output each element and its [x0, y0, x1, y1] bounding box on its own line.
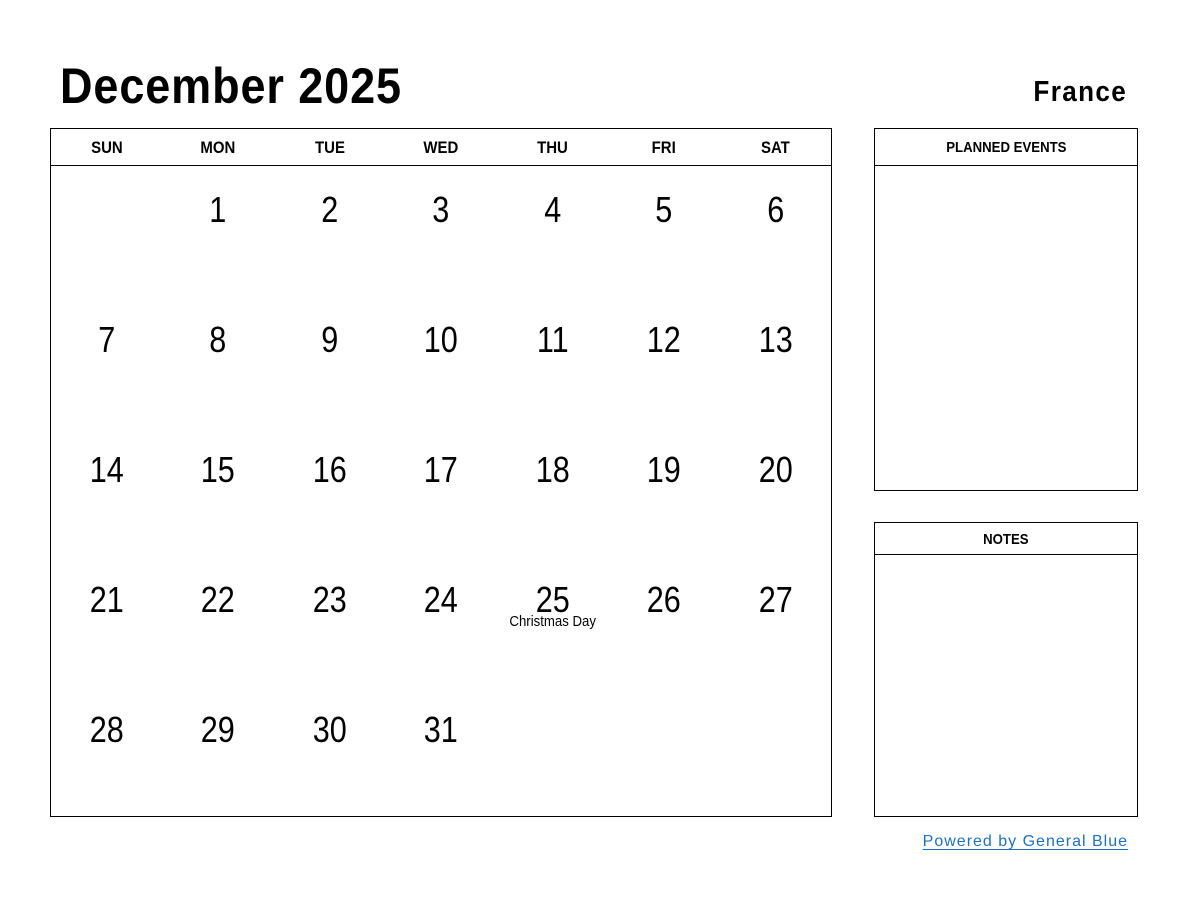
- day-cell: 3: [385, 166, 496, 296]
- holiday-label: Christmas Day: [509, 613, 596, 630]
- day-cell: 13: [720, 296, 831, 426]
- day-cell: 18: [497, 426, 608, 556]
- day-number: 1: [209, 189, 227, 230]
- weekday-tue: TUE: [274, 129, 385, 165]
- day-cell: 11: [497, 296, 608, 426]
- weekday-label: SAT: [760, 138, 790, 157]
- weekday-label: THU: [537, 138, 568, 157]
- weekday-wed: WED: [385, 129, 496, 165]
- page-title: December 2025: [60, 58, 402, 114]
- day-number: [59, 166, 154, 190]
- day-cell: 1: [162, 166, 273, 296]
- day-number: 16: [312, 449, 347, 490]
- calendar-grid: SUN MON TUE WED THU FRI SAT 1 2 3 4 5 6 7 8 9 10 1…: [50, 128, 832, 817]
- notes-title: NOTES: [983, 531, 1029, 548]
- weekday-label: WED: [423, 138, 459, 157]
- day-cell: [608, 686, 719, 816]
- day-cell: 12: [608, 296, 719, 426]
- day-cell: 10: [385, 296, 496, 426]
- day-number: 25: [535, 579, 570, 620]
- day-number: 31: [423, 709, 459, 750]
- day-cell: 24: [385, 556, 496, 686]
- day-number: 6: [766, 189, 784, 230]
- notes-header: NOTES: [875, 523, 1137, 555]
- day-number: 29: [201, 709, 236, 750]
- day-cell: 30: [274, 686, 385, 816]
- day-cell: 31: [385, 686, 496, 816]
- country-label: France: [1033, 76, 1127, 108]
- day-number: 20: [758, 449, 793, 490]
- day-cell: 22: [162, 556, 273, 686]
- day-cell: 26: [608, 556, 719, 686]
- day-number: 17: [423, 449, 459, 490]
- day-cell: 29: [162, 686, 273, 816]
- day-number: 2: [321, 189, 339, 230]
- weekday-fri: FRI: [608, 129, 719, 165]
- day-number: 4: [543, 189, 561, 230]
- day-number: 3: [432, 189, 450, 230]
- day-number: [505, 686, 600, 710]
- day-number: [616, 686, 711, 710]
- weekday-header: SUN MON TUE WED THU FRI SAT: [51, 129, 831, 166]
- day-cell: [51, 166, 162, 296]
- day-cell: 23: [274, 556, 385, 686]
- day-cell: 8: [162, 296, 273, 426]
- day-cell: 25 Christmas Day: [497, 556, 608, 686]
- day-number: 28: [89, 709, 124, 750]
- weekday-sun: SUN: [51, 129, 162, 165]
- day-number: 9: [321, 319, 339, 360]
- weekday-sat: SAT: [720, 129, 831, 165]
- day-cell: 27: [720, 556, 831, 686]
- day-number: 24: [423, 579, 459, 620]
- day-number: 21: [89, 579, 124, 620]
- day-cell: 17: [385, 426, 496, 556]
- day-number: 5: [655, 189, 673, 230]
- day-cell: 16: [274, 426, 385, 556]
- day-cell: 4: [497, 166, 608, 296]
- day-cell: 21: [51, 556, 162, 686]
- day-cell: 14: [51, 426, 162, 556]
- day-cell: 28: [51, 686, 162, 816]
- weekday-thu: THU: [497, 129, 608, 165]
- weekday-label: SUN: [90, 138, 123, 157]
- day-cell: 19: [608, 426, 719, 556]
- day-number: 10: [423, 319, 459, 360]
- day-number: 23: [312, 579, 347, 620]
- day-number: 22: [201, 579, 236, 620]
- day-cell: [720, 686, 831, 816]
- day-cell: 2: [274, 166, 385, 296]
- day-number: 11: [536, 319, 569, 360]
- planned-events-panel: PLANNED EVENTS: [874, 128, 1138, 491]
- day-grid: 1 2 3 4 5 6 7 8 9 10 11 12 13 14 15 16 17 18 19 20 21 22 23 24 2…: [51, 166, 831, 816]
- day-number: 27: [758, 579, 793, 620]
- day-cell: [497, 686, 608, 816]
- weekday-mon: MON: [162, 129, 273, 165]
- day-number: 7: [98, 319, 116, 360]
- day-cell: 20: [720, 426, 831, 556]
- weekday-label: MON: [200, 138, 236, 157]
- day-number: 30: [312, 709, 347, 750]
- notes-panel: NOTES: [874, 522, 1138, 817]
- weekday-label: FRI: [651, 138, 676, 157]
- day-cell: 15: [162, 426, 273, 556]
- planned-events-title: PLANNED EVENTS: [945, 139, 1067, 156]
- day-number: 12: [646, 319, 681, 360]
- weekday-label: TUE: [314, 138, 345, 157]
- day-number: [728, 686, 823, 710]
- day-number: 18: [535, 449, 570, 490]
- day-cell: 9: [274, 296, 385, 426]
- day-cell: 6: [720, 166, 831, 296]
- day-number: 14: [89, 449, 124, 490]
- day-number: 8: [209, 319, 227, 360]
- day-number: 15: [201, 449, 236, 490]
- planned-events-header: PLANNED EVENTS: [875, 129, 1137, 166]
- powered-by-link[interactable]: Powered by General Blue: [923, 832, 1128, 852]
- day-number: 26: [646, 579, 681, 620]
- day-number: 19: [646, 449, 681, 490]
- day-number: 13: [758, 319, 793, 360]
- day-cell: 7: [51, 296, 162, 426]
- day-cell: 5: [608, 166, 719, 296]
